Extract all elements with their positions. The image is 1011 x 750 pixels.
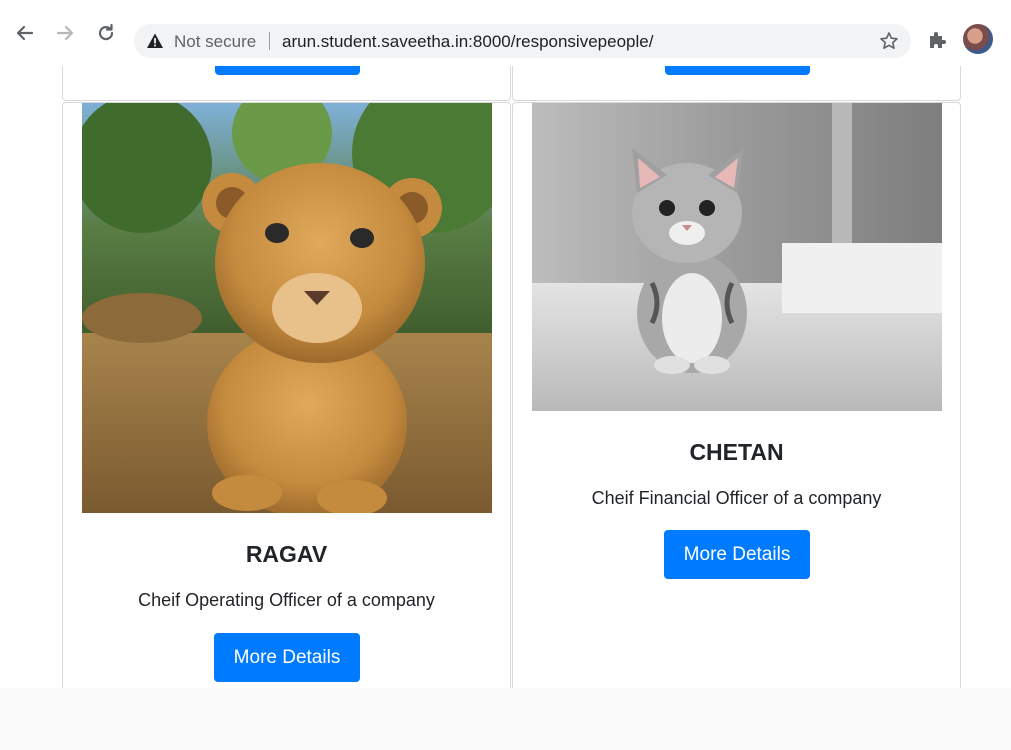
reload-button[interactable]	[93, 20, 119, 46]
page-content: RAGAV Cheif Operating Officer of a compa…	[0, 66, 1011, 750]
more-details-button[interactable]: More Details	[214, 633, 360, 682]
bookmark-star-icon[interactable]	[879, 31, 899, 51]
page-bottom-area	[0, 688, 1011, 750]
card-partial-left	[62, 66, 511, 101]
reload-icon	[98, 23, 114, 41]
forward-arrow-icon	[56, 25, 74, 41]
url-text[interactable]: arun.student.saveetha.in:8000/responsive…	[282, 32, 653, 52]
profile-avatar[interactable]	[963, 24, 993, 54]
person-card-chetan: CHETAN Cheif Financial Officer of a comp…	[512, 102, 961, 702]
card-partial-right	[512, 66, 961, 101]
address-separator	[269, 32, 270, 50]
person-name: RAGAV	[245, 541, 328, 567]
not-secure-label[interactable]: Not secure	[174, 32, 256, 52]
person-role: Cheif Financial Officer of a company	[591, 488, 882, 508]
warning-icon[interactable]	[146, 32, 164, 50]
more-details-button-partial-left[interactable]	[215, 66, 360, 75]
lion-cub-photo	[82, 103, 492, 513]
forward-button[interactable]	[52, 20, 78, 46]
more-details-button-partial-right[interactable]	[665, 66, 810, 75]
kitten-photo	[532, 103, 942, 411]
person-role: Cheif Operating Officer of a company	[138, 590, 435, 610]
back-button[interactable]	[12, 20, 38, 46]
more-details-button[interactable]: More Details	[664, 530, 810, 579]
kitten-image	[532, 103, 942, 411]
back-arrow-icon	[16, 25, 34, 41]
address-bar[interactable]: Not secure arun.student.saveetha.in:8000…	[134, 24, 911, 58]
extensions-puzzle-icon[interactable]	[925, 28, 949, 52]
lion-cub-image	[82, 103, 492, 513]
person-card-ragav: RAGAV Cheif Operating Officer of a compa…	[62, 102, 511, 702]
browser-toolbar: Not secure arun.student.saveetha.in:8000…	[0, 0, 1011, 67]
person-name: CHETAN	[689, 439, 784, 465]
